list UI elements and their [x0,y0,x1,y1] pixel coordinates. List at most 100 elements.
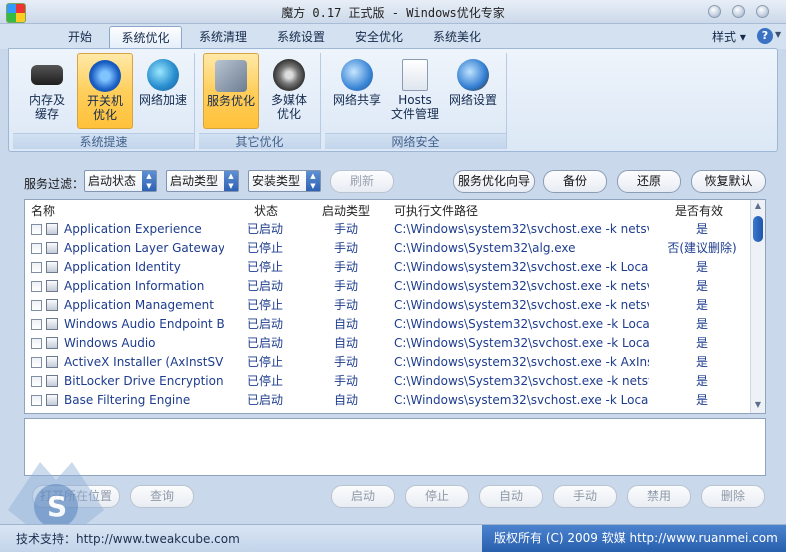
spin-arrows-icon: ▲ ▼ [142,171,156,191]
tab-system-clean[interactable]: 系统清理 [188,26,258,49]
row-checkbox[interactable] [31,319,42,330]
header-name[interactable]: 名称 [31,202,55,219]
table-row[interactable]: Application Information 已启动 手动 C:\Windows\s… [25,277,751,296]
row-checkbox[interactable] [31,338,42,349]
cell-valid: 是 [695,279,708,293]
stop-service-button[interactable]: 停止 [405,485,469,508]
cell-status: 已启动 [247,336,284,350]
table-row[interactable]: Application Identity 已停止 手动 C:\Windows\syst… [25,258,751,277]
row-checkbox[interactable] [31,262,42,273]
network-accelerate-label: 网络加速 [138,93,187,107]
memory-cache-button[interactable]: 内存及 缓存 [19,53,75,129]
row-checkbox[interactable] [31,281,42,292]
cell-start-type: 手动 [334,241,359,255]
service-optimize-button[interactable]: 服务优化 [203,53,259,129]
refresh-button[interactable]: 刷新 [330,170,394,193]
boot-optimize-label: 开关机 优化 [86,94,123,122]
optimize-wizard-button[interactable]: 服务优化向导 [453,170,535,193]
cell-path: C:\Windows\system32\svchost.exe -k AxIns… [394,355,649,369]
table-row[interactable]: Application Layer Gateway S... 已停止 手动 C:\Wi… [25,239,751,258]
boot-optimize-button[interactable]: 开关机 优化 [77,53,133,129]
title-bar: 魔方 0.17 正式版 - Windows优化专家 [0,0,786,24]
header-path[interactable]: 可执行文件路径 [394,202,478,219]
tab-system-beautify[interactable]: 系统美化 [422,26,492,49]
row-checkbox[interactable] [31,300,42,311]
status-filter-select[interactable]: 启动状态 ▲ ▼ [84,170,157,192]
row-checkbox[interactable] [31,243,42,254]
set-manual-button[interactable]: 手动 [553,485,617,508]
row-checkbox[interactable] [31,395,42,406]
scrollbar-thumb[interactable] [753,216,763,242]
backup-button[interactable]: 备份 [543,170,607,193]
tab-start[interactable]: 开始 [56,26,104,49]
table-row[interactable]: Application Experience 已启动 手动 C:\Windows\sy… [25,220,751,239]
cell-status: 已停止 [247,374,284,388]
table-row[interactable]: Windows Audio 已启动 自动 C:\Windows\System32\sv… [25,334,751,353]
tab-security-optimize[interactable]: 安全优化 [344,26,414,49]
chevron-down-icon[interactable]: ▼ [775,30,781,39]
spin-arrows-icon: ▲ ▼ [224,171,238,191]
network-share-label: 网络共享 [332,93,381,107]
cell-name: Application Experience [64,222,202,236]
cell-path: C:\Windows\system32\svchost.exe -k netsv… [394,279,649,293]
cell-path: C:\Windows\system32\svchost.exe -k netsv… [394,298,649,312]
row-checkbox[interactable] [31,224,42,235]
help-icon[interactable]: ? [757,28,773,44]
cell-name: Windows Audio [64,336,156,350]
cell-valid: 是 [695,374,708,388]
reset-default-button[interactable]: 恢复默认 [691,170,766,193]
restore-button[interactable]: 还原 [617,170,681,193]
service-description-panel [24,418,766,476]
style-menu[interactable]: 样式 ▾ [712,28,746,45]
row-checkbox[interactable] [31,357,42,368]
service-icon [46,280,58,292]
header-status[interactable]: 状态 [254,202,278,219]
table-scrollbar[interactable]: ▲ ▼ [750,200,765,413]
header-valid[interactable]: 是否有效 [675,202,723,219]
service-icon [46,337,58,349]
table-row[interactable]: BitLocker Drive Encryption S... 已停止 手动 C:\W… [25,372,751,391]
network-gear-icon [457,59,489,91]
maximize-button[interactable] [732,5,745,18]
header-start-type[interactable]: 启动类型 [322,202,370,219]
hosts-manage-button[interactable]: Hosts 文件管理 [387,53,443,129]
cell-path: C:\Windows\System32\svchost.exe -k Local… [394,336,649,350]
start-type-filter-value: 启动类型 [170,174,219,188]
start-type-filter-select[interactable]: 启动类型 ▲ ▼ [166,170,239,192]
close-button[interactable] [756,5,769,18]
copyright-link[interactable]: 版权所有 (C) 2009 软媒 http://www.ruanmei.com [482,525,786,552]
hosts-manage-label: Hosts 文件管理 [390,93,439,121]
table-row[interactable]: Application Management 已停止 手动 C:\Windows\sy… [25,296,751,315]
row-checkbox[interactable] [31,376,42,387]
network-accelerate-button[interactable]: 网络加速 [135,53,191,129]
install-type-filter-select[interactable]: 安装类型 ▲ ▼ [248,170,321,192]
cell-status: 已启动 [247,317,284,331]
query-button[interactable]: 查询 [130,485,194,508]
tab-system-settings[interactable]: 系统设置 [266,26,336,49]
scroll-up-icon[interactable]: ▲ [753,201,763,210]
cell-status: 已启动 [247,222,284,236]
cell-start-type: 自动 [334,317,359,331]
delete-service-button[interactable]: 删除 [701,485,765,508]
support-link[interactable]: 技术支持：http://www.tweakcube.com [16,530,240,547]
table-row[interactable]: Windows Audio Endpoint B... 已启动 自动 C:\Windo… [25,315,751,334]
ribbon-tab-row: 开始 系统优化 系统清理 系统设置 安全优化 系统美化 样式 ▾ ? ▼ [0,24,786,49]
network-settings-button[interactable]: 网络设置 [445,53,501,129]
services-table[interactable]: 名称 状态 启动类型 可执行文件路径 是否有效 Application Expe… [24,199,766,414]
cell-start-type: 手动 [334,374,359,388]
table-row[interactable]: ActiveX Installer (AxInstSV) 已停止 手动 C:\Wind… [25,353,751,372]
service-icon [46,375,58,387]
start-service-button[interactable]: 启动 [331,485,395,508]
minimize-button[interactable] [708,5,721,18]
globe-icon [147,59,179,91]
network-share-button[interactable]: 网络共享 [329,53,385,129]
cell-path: C:\Windows\System32\svchost.exe -k netsv… [394,374,649,388]
set-auto-button[interactable]: 自动 [479,485,543,508]
window-title: 魔方 0.17 正式版 - Windows优化专家 [281,6,505,20]
disable-service-button[interactable]: 禁用 [627,485,691,508]
multimedia-optimize-button[interactable]: 多媒体 优化 [261,53,317,129]
table-row[interactable]: Base Filtering Engine 已启动 自动 C:\Windows\sys… [25,391,751,410]
scroll-down-icon[interactable]: ▼ [753,400,763,409]
install-type-filter-value: 安装类型 [252,174,301,188]
tab-system-optimize[interactable]: 系统优化 [109,26,182,49]
